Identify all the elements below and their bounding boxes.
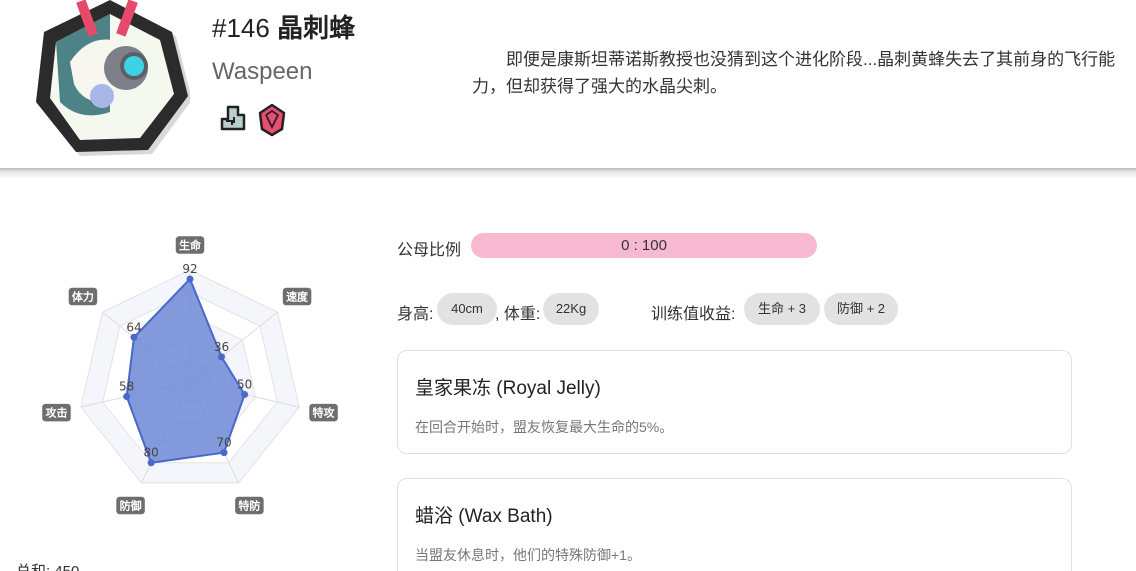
stat-point-defense — [147, 459, 155, 467]
stat-value-sp_def: 70 — [216, 436, 231, 450]
pokemon-title: #146 晶刺蜂 — [212, 8, 355, 45]
weight-value: 22Kg — [543, 293, 599, 325]
stat-point-speed — [218, 353, 226, 361]
stat-label-defense: 防御 — [120, 498, 142, 512]
height-label: 身高: — [397, 306, 434, 323]
ev-yield-label: 训练值收益: — [651, 306, 736, 323]
ability-description: 在回合开始时，盟友恢复最大生命的5%。 — [415, 419, 674, 435]
pokemon-avatar — [36, 0, 190, 156]
stat-point-sp_def — [220, 449, 228, 457]
ability-card[interactable]: 皇家果冻 (Royal Jelly) 在回合开始时，盟友恢复最大生命的5%。 — [397, 350, 1072, 454]
stat-point-attack — [123, 393, 131, 401]
stat-value-sp_atk: 50 — [237, 378, 252, 392]
stat-value-attack: 58 — [119, 380, 134, 394]
ground-type-icon[interactable] — [216, 103, 248, 137]
stat-label-sp_def: 特防 — [238, 498, 260, 512]
stats-radar-chart: 92 36 50 70 80 58 64 生命速度特攻特防 防御 攻击 体力 — [40, 234, 340, 516]
gender-ratio-label: 公母比例 — [397, 242, 462, 259]
stat-value-defense: 80 — [144, 446, 159, 460]
stat-label-stamina: 体力 — [72, 290, 94, 304]
stat-point-hp — [186, 275, 194, 283]
stat-point-stamina — [130, 333, 138, 341]
pokemon-description: 即便是康斯坦蒂诺斯教授也没猜到这个进化阶段...晶刺黄蜂失去了其前身的飞行能力，… — [472, 50, 1116, 96]
header-divider — [0, 168, 1136, 178]
ev-yield-hp: 生命 + 3 — [744, 293, 820, 325]
gender-ratio-bar: 0 : 100 — [471, 233, 817, 258]
stat-value-hp: 92 — [182, 262, 197, 276]
ability-description: 当盟友休息时，他们的特殊防御+1。 — [415, 547, 641, 563]
ev-yield-defense: 防御 + 2 — [824, 293, 898, 325]
weight-label: , 体重: — [495, 306, 541, 323]
stats-total: 总和: 450 — [16, 560, 79, 571]
stat-point-sp_atk — [241, 391, 249, 399]
stat-value-stamina: 64 — [126, 320, 141, 334]
stat-label-attack: 攻击 — [45, 406, 67, 420]
stat-value-speed: 36 — [214, 340, 229, 354]
header: #146 晶刺蜂 Waspeen 即便是康斯坦蒂诺斯教授也没猜到这个进化阶段..… — [0, 0, 1136, 170]
stat-label-hp: 生命 — [179, 238, 202, 252]
ability-name: 皇家果冻 (Royal Jelly) — [415, 378, 601, 399]
pokemon-name: 晶刺蜂 — [277, 13, 356, 43]
pokemon-english-name: Waspeen — [212, 58, 313, 85]
height-value: 40cm — [437, 293, 497, 325]
stat-label-sp_atk: 特攻 — [313, 406, 336, 420]
crystal-type-icon[interactable] — [256, 103, 288, 137]
dex-number: #146 — [212, 13, 270, 43]
ability-card[interactable]: 蜡浴 (Wax Bath) 当盟友休息时，他们的特殊防御+1。 — [397, 478, 1072, 571]
stat-label-speed: 速度 — [286, 290, 309, 304]
ability-name: 蜡浴 (Wax Bath) — [415, 506, 553, 527]
